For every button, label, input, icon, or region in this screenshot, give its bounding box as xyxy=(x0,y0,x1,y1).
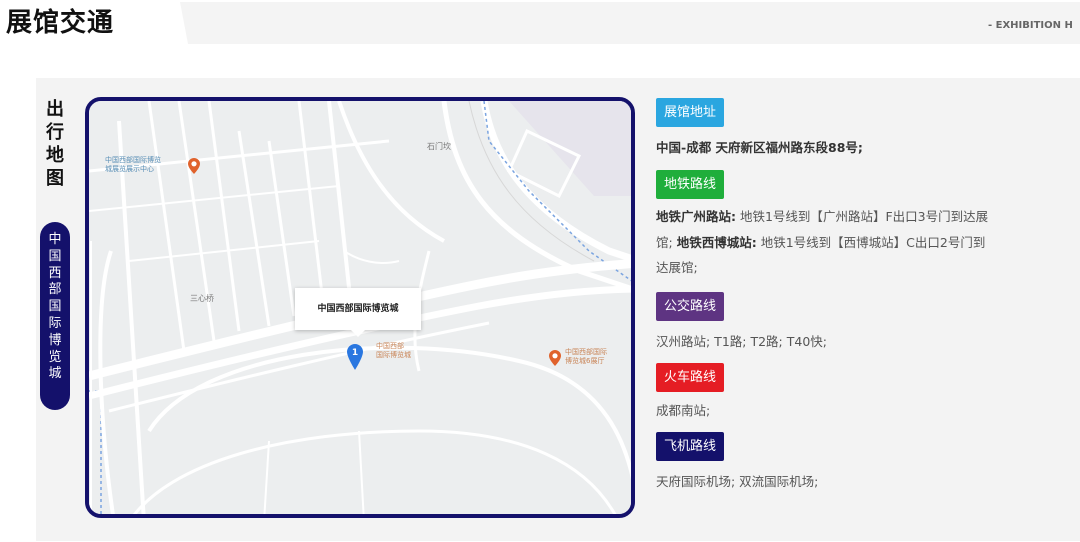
pin-number: 1 xyxy=(352,348,358,358)
metro-station-1: 地铁广州路站: xyxy=(656,209,736,224)
train-tag: 火车路线 xyxy=(656,363,725,392)
location-pin-icon[interactable]: 1 xyxy=(347,344,363,370)
map-label-hall6-line: 博览城6展厅 xyxy=(565,357,605,365)
map-label-showcenter-line: 城展览展示中心 xyxy=(105,165,154,173)
heading-char: 行 xyxy=(46,122,64,143)
map-marker-icon[interactable] xyxy=(188,158,200,174)
map-callout: 中国西部国际博览城 xyxy=(295,288,421,337)
train-text: 成都南站; xyxy=(656,403,711,418)
location-map[interactable]: 石门坎 三心桥 中国西部国际博览 城展览展示中心 中国西部 国际博览城 中国西部… xyxy=(85,97,635,518)
metro-desc-1: 地铁1号线到【广州路站】F出口3号门到达展 xyxy=(739,209,989,224)
address-tag: 展馆地址 xyxy=(656,98,725,127)
metro-line: 馆; 地铁西博城站: 地铁1号线到【西博城站】C出口2号门到 xyxy=(656,230,1066,256)
header-bar xyxy=(180,2,1080,44)
venue-char: 中 xyxy=(48,232,62,247)
bus-section: 公交路线 xyxy=(656,292,725,321)
metro-text: 地铁广州路站: 地铁1号线到【广州路站】F出口3号门到达展 馆; 地铁西博城站:… xyxy=(656,204,1066,281)
map-marker-icon[interactable] xyxy=(549,350,561,366)
heading-char: 图 xyxy=(46,168,64,189)
address-section: 展馆地址 xyxy=(656,98,725,127)
address-text: 中国-成都 天府新区福州路东段88号; xyxy=(656,135,863,161)
map-label-showcenter-line: 中国西部国际博览 xyxy=(105,156,161,164)
bus-tag: 公交路线 xyxy=(656,292,725,321)
venue-char: 城 xyxy=(48,366,62,382)
metro-line: 达展馆; xyxy=(656,255,1066,281)
venue-char: 国 xyxy=(48,248,62,264)
map-label-shimenkan: 石门坎 xyxy=(427,142,451,151)
metro-tag: 地铁路线 xyxy=(656,170,725,199)
metro-line: 地铁广州路站: 地铁1号线到【广州路站】F出口3号门到达展 xyxy=(656,204,1066,230)
map-label-showcenter: 中国西部国际博览 城展览展示中心 xyxy=(105,156,161,174)
heading-char: 地 xyxy=(46,145,64,166)
venue-char: 博 xyxy=(48,332,62,348)
plane-tag: 飞机路线 xyxy=(656,432,725,461)
venue-char: 国 xyxy=(48,299,62,315)
metro-desc-2: 地铁1号线到【西博城站】C出口2号门到 xyxy=(760,234,986,250)
map-label-venue: 中国西部 国际博览城 xyxy=(376,342,411,360)
page-title: 展馆交通 xyxy=(6,8,115,38)
travel-map-heading: 出 行 地 图 xyxy=(44,98,66,190)
metro-desc-1b: 馆; xyxy=(656,234,673,250)
venue-char: 览 xyxy=(48,349,62,365)
header-subtitle: - EXHIBITION H xyxy=(988,20,1073,31)
map-label-venue-line: 国际博览城 xyxy=(376,351,411,359)
address-value: 中国-成都 天府新区福州路东段88号; xyxy=(656,140,863,155)
venue-char: 西 xyxy=(48,265,62,281)
metro-station-2: 地铁西博城站: xyxy=(676,234,757,250)
metro-section: 地铁路线 xyxy=(656,170,725,199)
venue-name-pill: 中 国 西 部 国 际 博 览 城 xyxy=(40,222,70,410)
map-label-hall6-line: 中国西部国际 xyxy=(565,348,607,356)
heading-char: 出 xyxy=(46,99,64,120)
venue-char: 际 xyxy=(48,315,62,331)
venue-char: 部 xyxy=(48,282,62,298)
metro-desc-2b: 达展馆; xyxy=(656,260,698,275)
map-label-sanxinqiao: 三心桥 xyxy=(190,294,214,303)
map-label-hall6: 中国西部国际 博览城6展厅 xyxy=(565,348,607,366)
bus-text: 汉州路站; T1路; T2路; T40快; xyxy=(656,334,827,349)
plane-text: 天府国际机场; 双流国际机场; xyxy=(656,474,819,489)
map-label-venue-line: 中国西部 xyxy=(376,342,404,350)
plane-section: 飞机路线 xyxy=(656,432,725,461)
page: 展馆交通 - EXHIBITION H 出 行 地 图 中 国 西 部 国 际 … xyxy=(0,0,1080,542)
section-header: 展馆交通 - EXHIBITION H xyxy=(0,0,1080,46)
train-section: 火车路线 xyxy=(656,363,725,392)
